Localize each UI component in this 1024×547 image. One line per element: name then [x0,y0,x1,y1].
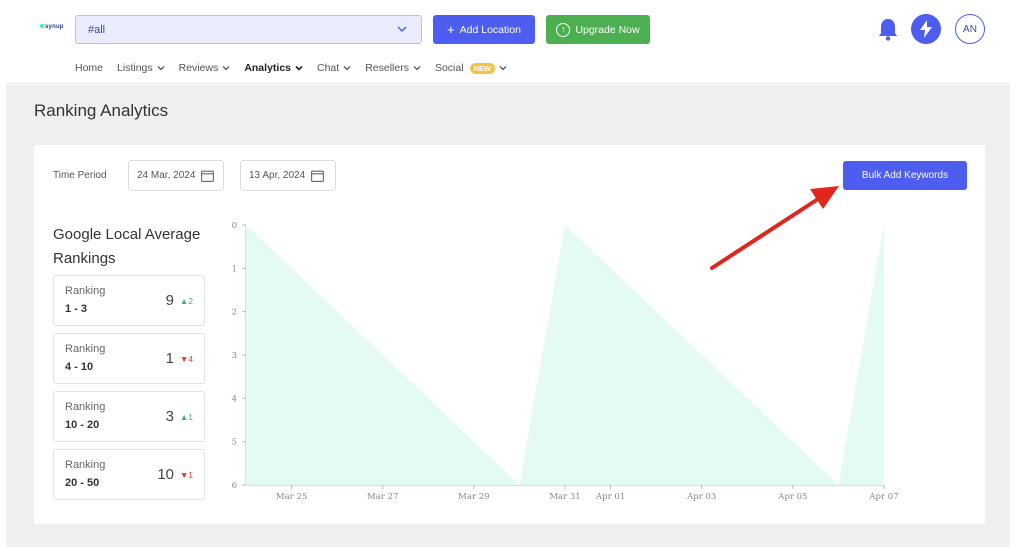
y-tick-label: 6 [232,481,237,491]
ranking-delta-down: ▼4 [179,354,193,364]
location-select[interactable]: #all [75,15,422,44]
bell-icon[interactable] [877,17,899,41]
nav-label: Social [434,62,464,74]
y-tick-label: 2 [232,308,237,318]
page-title: Ranking Analytics [34,101,169,120]
x-tick-label: Apr 05 [777,492,807,502]
nav-item-reviews[interactable]: Reviews [179,61,231,75]
chevron-down-icon [295,65,303,71]
chevron-down-icon [397,26,407,33]
ranking-range: 1 - 3 [65,303,88,315]
ranking-box-10-20: Ranking 10 - 20 3 ▲1 [53,391,205,442]
y-tick-label: 1 [232,264,237,274]
delta-value: 2 [188,296,193,306]
ranking-count: 10 [157,466,174,483]
lightning-icon [920,20,932,38]
end-date-value: 13 Apr, 2024 [249,170,306,181]
lightning-button[interactable] [911,14,941,44]
chevron-down-icon [157,66,165,71]
upgrade-now-button[interactable]: ↑ Upgrade Now [546,15,650,44]
nav-label: Chat [317,62,340,74]
x-tick-label: Mar 25 [276,492,307,502]
delta-value: 4 [188,354,193,364]
ranking-count: 3 [165,408,174,425]
ranking-box-1-3: Ranking 1 - 3 9 ▲2 [53,275,205,326]
ranking-delta-up: ▲2 [179,296,193,306]
ranking-delta-down: ▼1 [179,470,193,480]
ranking-range: 20 - 50 [65,477,100,489]
nav-item-listings[interactable]: Listings [117,61,165,75]
app-frame: synup #all + Add Location ↑ Upgrade Now … [6,0,1010,547]
ranking-delta-up: ▲1 [179,412,193,422]
ranking-range: 4 - 10 [65,361,94,373]
y-tick-label: 3 [232,351,237,361]
nav-label: Reviews [178,62,219,74]
x-tick-label: Apr 07 [868,492,898,502]
logo-text: synup [45,24,64,30]
x-tick-label: Mar 27 [367,492,398,502]
calendar-icon [201,170,215,182]
chevron-down-icon [499,66,507,71]
main-nav: Home Listings Reviews Analytics Chat Res… [75,61,521,75]
calendar-icon [311,170,325,182]
location-select-value: #all [88,24,106,36]
x-tick-label: Mar 31 [549,492,580,502]
upgrade-arrow-icon: ↑ [556,22,571,37]
delta-value: 1 [188,470,193,480]
ranking-card: Time Period 24 Mar, 2024 13 Apr, 2024 Bu… [34,145,985,524]
nav-item-analytics[interactable]: Analytics [244,61,303,75]
nav-label: Resellers [365,62,409,74]
end-date-field[interactable]: 13 Apr, 2024 [240,160,336,191]
nav-item-home[interactable]: Home [75,61,103,75]
ranking-area-chart: 0 1 2 3 4 5 6 Mar 25 Mar 27 Mar 29 Mar 31 Apr 01 Apr… [232,221,899,502]
ranking-count: 1 [165,350,174,367]
add-location-label: Add Location [459,23,521,36]
nav-label: Analytics [244,62,291,74]
new-badge: NEW [469,62,496,74]
chevron-down-icon [343,66,351,71]
ranking-label: Ranking [65,459,106,471]
x-tick-label: Mar 29 [458,492,489,502]
logo[interactable]: synup [40,24,64,30]
upgrade-label: Upgrade Now [575,23,640,36]
ranking-box-4-10: Ranking 4 - 10 1 ▼4 [53,333,205,384]
chevron-down-icon [413,66,421,71]
ranking-label: Ranking [65,285,106,297]
ranking-count: 9 [165,292,174,309]
x-tick-label: Apr 01 [595,492,625,502]
logo-mark [40,24,44,29]
x-tick-label: Apr 03 [686,492,716,502]
main-content: Ranking Analytics Time Period 24 Mar, 20… [6,85,1010,547]
ranking-box-20-50: Ranking 20 - 50 10 ▼1 [53,449,205,500]
nav-label: Listings [117,62,153,74]
time-period-label: Time Period [53,170,107,181]
chevron-down-icon [222,66,230,71]
ranking-label: Ranking [65,343,106,355]
ranking-area-series [246,225,884,485]
delta-value: 1 [188,412,193,422]
nav-item-chat[interactable]: Chat [317,61,351,75]
ranking-label: Ranking [65,401,106,413]
y-tick-label: 0 [232,221,237,231]
ranking-range: 10 - 20 [65,419,100,431]
start-date-value: 24 Mar, 2024 [137,170,196,181]
plus-icon: + [447,22,455,37]
y-tick-label: 5 [232,438,237,448]
bulk-add-keywords-button[interactable]: Bulk Add Keywords [843,161,967,190]
top-bar: synup #all + Add Location ↑ Upgrade Now … [6,0,1010,84]
nav-label: Home [75,62,104,74]
add-location-button[interactable]: + Add Location [433,15,535,44]
avatar[interactable]: AN [955,14,985,44]
section-title: Google Local Average Rankings [53,226,201,267]
y-tick-label: 4 [232,394,237,404]
nav-item-social[interactable]: Social NEW [435,61,507,75]
nav-item-resellers[interactable]: Resellers [365,61,421,75]
start-date-field[interactable]: 24 Mar, 2024 [128,160,224,191]
